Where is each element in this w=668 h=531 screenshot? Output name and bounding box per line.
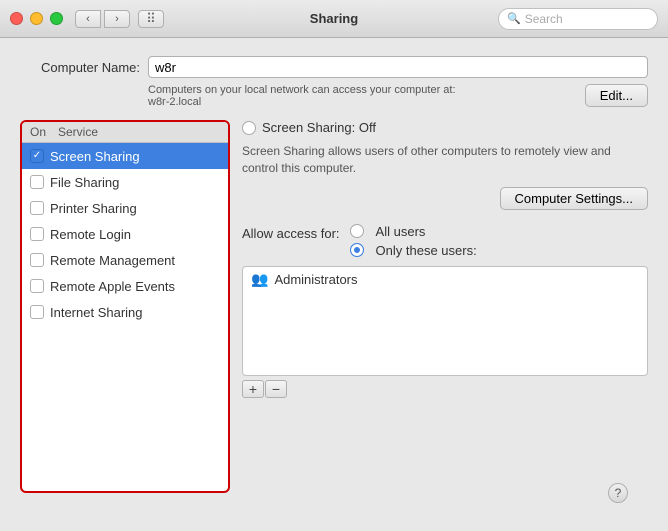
user-name-administrators: Administrators bbox=[274, 272, 357, 287]
lower-section: On Service Screen Sharing File Sharing P… bbox=[20, 120, 648, 493]
search-icon: 🔍 bbox=[507, 12, 521, 25]
computer-name-input[interactable] bbox=[148, 56, 648, 78]
computer-name-label: Computer Name: bbox=[20, 60, 140, 75]
radio-all-users[interactable] bbox=[350, 224, 364, 238]
computer-name-row: Computer Name: bbox=[20, 56, 648, 78]
status-radio[interactable] bbox=[242, 121, 256, 135]
add-user-button[interactable]: + bbox=[242, 380, 264, 398]
users-list: 👥 Administrators bbox=[242, 266, 648, 376]
window-title: Sharing bbox=[310, 11, 358, 26]
radio-only-users-label: Only these users: bbox=[376, 243, 477, 258]
help-button[interactable]: ? bbox=[608, 483, 628, 503]
search-input[interactable] bbox=[525, 12, 649, 26]
computer-name-sub-text: Computers on your local network can acce… bbox=[148, 84, 573, 108]
forward-button[interactable]: › bbox=[104, 10, 130, 28]
service-checkbox-internet-sharing[interactable] bbox=[30, 305, 44, 319]
computer-name-sub: Computers on your local network can acce… bbox=[148, 84, 648, 108]
service-item-file-sharing[interactable]: File Sharing bbox=[22, 169, 228, 195]
status-label: Screen Sharing: Off bbox=[262, 120, 376, 135]
remove-user-button[interactable]: − bbox=[265, 380, 287, 398]
radio-all-users-row: All users bbox=[350, 224, 477, 239]
users-list-container: 👥 Administrators + − bbox=[242, 266, 648, 493]
screen-sharing-status: Screen Sharing: Off bbox=[242, 120, 648, 135]
maximize-button[interactable] bbox=[50, 12, 63, 25]
radio-only-users-row: Only these users: bbox=[350, 243, 477, 258]
list-controls: + − bbox=[242, 380, 648, 398]
service-list: Screen Sharing File Sharing Printer Shar… bbox=[22, 143, 228, 491]
service-name-screen-sharing: Screen Sharing bbox=[50, 149, 140, 164]
service-name-printer-sharing: Printer Sharing bbox=[50, 201, 137, 216]
service-col-on: On bbox=[30, 125, 58, 139]
service-col-service: Service bbox=[58, 125, 98, 139]
service-header: On Service bbox=[22, 122, 228, 143]
service-name-file-sharing: File Sharing bbox=[50, 175, 119, 190]
service-item-printer-sharing[interactable]: Printer Sharing bbox=[22, 195, 228, 221]
service-name-remote-management: Remote Management bbox=[50, 253, 175, 268]
service-item-internet-sharing[interactable]: Internet Sharing bbox=[22, 299, 228, 325]
search-box[interactable]: 🔍 bbox=[498, 8, 658, 30]
service-panel: On Service Screen Sharing File Sharing P… bbox=[20, 120, 230, 493]
service-checkbox-remote-management[interactable] bbox=[30, 253, 44, 267]
minimize-button[interactable] bbox=[30, 12, 43, 25]
allow-access-row: Allow access for: All users Only these u… bbox=[242, 224, 648, 258]
computer-settings-button[interactable]: Computer Settings... bbox=[500, 187, 649, 210]
radio-options: All users Only these users: bbox=[350, 224, 477, 258]
titlebar: ‹ › ⠿ Sharing 🔍 bbox=[0, 0, 668, 38]
detail-panel: Screen Sharing: Off Screen Sharing allow… bbox=[242, 120, 648, 493]
main-content: Computer Name: Computers on your local n… bbox=[0, 38, 668, 531]
traffic-lights bbox=[10, 12, 63, 25]
allow-access-label: Allow access for: bbox=[242, 226, 340, 241]
radio-all-users-label: All users bbox=[376, 224, 426, 239]
service-checkbox-remote-apple-events[interactable] bbox=[30, 279, 44, 293]
service-checkbox-printer-sharing[interactable] bbox=[30, 201, 44, 215]
service-name-remote-login: Remote Login bbox=[50, 227, 131, 242]
service-checkbox-file-sharing[interactable] bbox=[30, 175, 44, 189]
computer-settings-row: Computer Settings... bbox=[242, 187, 648, 210]
service-checkbox-remote-login[interactable] bbox=[30, 227, 44, 241]
service-item-remote-login[interactable]: Remote Login bbox=[22, 221, 228, 247]
nav-buttons: ‹ › bbox=[75, 10, 130, 28]
service-checkbox-screen-sharing[interactable] bbox=[30, 149, 44, 163]
radio-only-users[interactable] bbox=[350, 243, 364, 257]
user-group-icon: 👥 bbox=[251, 271, 268, 288]
back-button[interactable]: ‹ bbox=[75, 10, 101, 28]
service-item-screen-sharing[interactable]: Screen Sharing bbox=[22, 143, 228, 169]
service-name-internet-sharing: Internet Sharing bbox=[50, 305, 143, 320]
description-text: Screen Sharing allows users of other com… bbox=[242, 143, 648, 177]
bottom-bar: ? bbox=[20, 493, 648, 517]
service-item-remote-management[interactable]: Remote Management bbox=[22, 247, 228, 273]
grid-button[interactable]: ⠿ bbox=[138, 10, 164, 28]
edit-button[interactable]: Edit... bbox=[585, 84, 648, 107]
close-button[interactable] bbox=[10, 12, 23, 25]
service-item-remote-apple-events[interactable]: Remote Apple Events bbox=[22, 273, 228, 299]
user-item-administrators[interactable]: 👥 Administrators bbox=[243, 267, 647, 292]
service-name-remote-apple-events: Remote Apple Events bbox=[50, 279, 175, 294]
